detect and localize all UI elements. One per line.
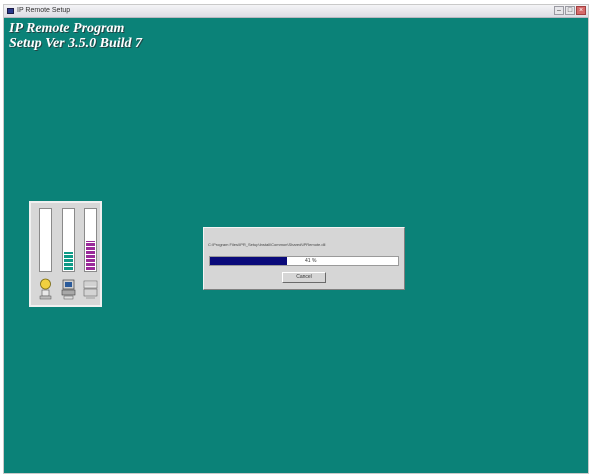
user-icon bbox=[39, 278, 52, 300]
cpu-meter bbox=[39, 208, 52, 272]
title-bar[interactable]: IP Remote Setup – □ × bbox=[4, 5, 588, 18]
close-button[interactable]: × bbox=[576, 6, 586, 15]
banner-line-2: Setup Ver 3.5.0 Build 7 bbox=[9, 36, 143, 51]
progress-bar: 41 % bbox=[209, 256, 399, 266]
cancel-button[interactable]: Cancel bbox=[282, 272, 326, 283]
progress-fill bbox=[210, 257, 288, 265]
minimize-button[interactable]: – bbox=[554, 6, 564, 15]
disk-icon bbox=[61, 279, 76, 300]
disk-meter bbox=[62, 208, 75, 272]
copy-progress-dialog: C:\Program Files\IPR_Setup\Install\Commo… bbox=[203, 227, 405, 290]
window-title: IP Remote Setup bbox=[17, 7, 71, 14]
setup-banner: IP Remote Program Setup Ver 3.5.0 Build … bbox=[9, 21, 142, 51]
installer-window: IP Remote Setup – □ × IP Remote Program … bbox=[3, 4, 589, 474]
copying-file-path: C:\Program Files\IPR_Setup\Install\Commo… bbox=[208, 242, 326, 247]
progress-percent-label: 41 % bbox=[305, 258, 317, 264]
resource-meter-panel bbox=[29, 201, 102, 307]
drive-icon bbox=[83, 280, 98, 299]
caption-buttons: – □ × bbox=[554, 6, 586, 16]
disk-meter-fill bbox=[64, 252, 73, 270]
app-icon bbox=[7, 8, 14, 14]
maximize-button[interactable]: □ bbox=[565, 6, 575, 15]
memory-meter bbox=[84, 208, 97, 272]
memory-meter-fill bbox=[86, 241, 95, 270]
banner-line-1: IP Remote Program bbox=[9, 21, 125, 36]
